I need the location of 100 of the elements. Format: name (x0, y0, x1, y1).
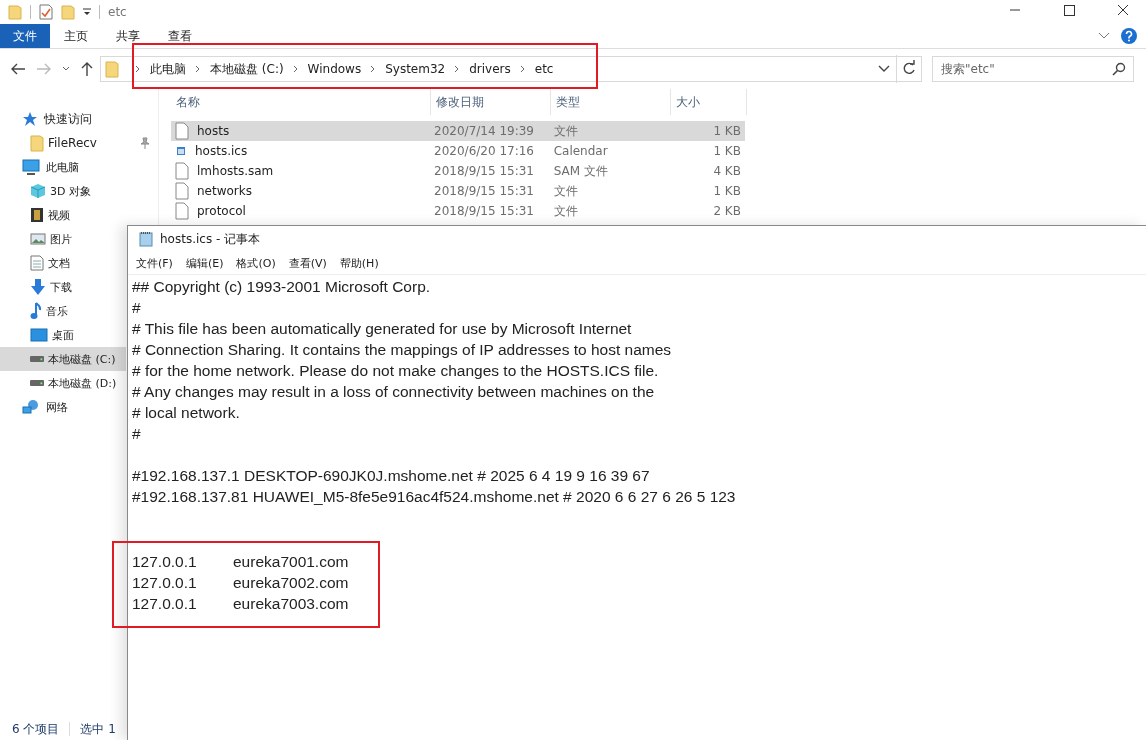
menu-item[interactable]: 查看(V) (288, 255, 327, 271)
ip-address: 127.0.0.1 (132, 573, 198, 593)
file-name: protocol (197, 204, 246, 218)
window-title: etc (108, 5, 127, 19)
back-arrow-icon[interactable] (10, 62, 26, 76)
text-line: # (132, 298, 142, 318)
sidebar-item[interactable]: 本地磁盘 (D:) (0, 371, 126, 395)
file-row[interactable]: protocol 2018/9/15 15:31 文件 2 KB (171, 201, 745, 221)
sidebar-item[interactable]: 快速访问 (0, 107, 158, 131)
status-text: 6 个项目 (12, 720, 60, 738)
breadcrumb[interactable]: etc (534, 62, 554, 76)
file-row[interactable]: lmhosts.sam 2018/9/15 15:31 SAM 文件 4 KB (171, 161, 745, 181)
breadcrumb[interactable]: 本地磁盘 (C:) (210, 60, 284, 78)
text-line: # Any changes may result in a loss of connectivity between machines on the (132, 382, 656, 402)
status-text: 选中 1 (80, 720, 116, 738)
sidebar-item[interactable]: 3D 对象 (0, 179, 126, 203)
file-icon (175, 162, 189, 180)
address-bar[interactable]: 此电脑 本地磁盘 (C:) Windows System32 drivers etc (100, 56, 922, 82)
table-cell-text: 文件 (552, 122, 579, 140)
text-line: # for the home network. Please do not make changes to the HOSTS.ICS file. (132, 361, 660, 381)
column-header[interactable]: 修改日期 (431, 89, 551, 115)
sidebar-item[interactable]: 视频 (0, 203, 126, 227)
desktop-icon (30, 328, 48, 342)
download-arrow-icon (30, 278, 46, 296)
table-cell-text: 1 KB (712, 124, 742, 138)
ip-address: 127.0.0.1 (132, 552, 198, 572)
table-cell-text: 2020/7/14 19:39 (433, 124, 535, 138)
table-cell-text: 2018/9/15 15:31 (433, 164, 535, 178)
image-icon (30, 232, 46, 246)
file-row[interactable]: hosts.ics 2020/6/20 17:16 Calendar 1 KB (171, 141, 745, 161)
chevron-icon (195, 65, 201, 73)
search-icon (1112, 62, 1126, 76)
sidebar-item[interactable]: 下载 (0, 275, 126, 299)
network-icon (22, 399, 40, 415)
file-icon (175, 122, 189, 140)
drive-icon (30, 380, 44, 386)
table-cell-text: 1 KB (712, 144, 742, 158)
chevron-icon (135, 65, 141, 73)
star-icon (22, 111, 38, 127)
folder-icon (105, 60, 119, 78)
window-title: hosts.ics - 记事本 (160, 230, 261, 248)
ip-address: 127.0.0.1 (132, 594, 198, 614)
sidebar-item[interactable]: 桌面 (0, 323, 126, 347)
table-cell-text: 4 KB (712, 164, 742, 178)
menu-item[interactable]: 格式(O) (236, 255, 276, 271)
up-arrow-icon[interactable] (80, 61, 94, 77)
search-field[interactable]: 搜索"etc" (932, 56, 1134, 82)
sidebar-item[interactable]: 网络 (0, 395, 126, 419)
chevron-icon (454, 65, 461, 73)
properties-icon[interactable] (39, 4, 53, 20)
sidebar-item[interactable]: 文档 (0, 251, 126, 275)
help-icon[interactable] (1120, 27, 1138, 45)
sidebar-item[interactable]: FileRecv (0, 131, 158, 155)
file-name: hosts (197, 124, 230, 138)
calendar-icon (175, 144, 187, 158)
breadcrumb[interactable]: Windows (307, 62, 362, 76)
table-cell-text: SAM 文件 (552, 162, 609, 180)
sidebar-item[interactable]: 图片 (0, 227, 126, 251)
file-row[interactable]: hosts 2020/7/14 19:39 文件 1 KB (171, 121, 745, 141)
chevron-icon[interactable] (1098, 32, 1110, 40)
menu-item[interactable]: 帮助(H) (339, 255, 379, 271)
table-cell-text: 文件 (552, 202, 579, 220)
file-name: hosts.ics (195, 144, 248, 158)
breadcrumb[interactable]: 此电脑 (150, 60, 186, 78)
pin-icon[interactable] (140, 137, 150, 149)
breadcrumb[interactable]: drivers (469, 62, 511, 76)
text-line: #192.168.137.1 DESKTOP-690JK0J.mshome.net # 2025 6 4 19 9 16 39 67 (132, 466, 651, 486)
document-icon (30, 255, 44, 271)
ribbon-tab[interactable]: 共享 (102, 24, 154, 48)
file-icon (175, 182, 189, 200)
ribbon-tab[interactable]: 查看 (154, 24, 206, 48)
file-name: networks (197, 184, 252, 198)
column-header[interactable]: 大小 (671, 89, 747, 115)
column-header[interactable]: 名称 (171, 89, 431, 115)
sidebar-item[interactable]: 此电脑 (0, 155, 126, 179)
table-cell-text: 1 KB (712, 184, 742, 198)
film-icon (30, 207, 44, 223)
host-name: eureka7003.com (233, 594, 349, 614)
menu-item[interactable]: 编辑(E) (185, 255, 224, 271)
ribbon-tab[interactable]: 文件 (0, 24, 50, 48)
drive-icon (30, 356, 44, 362)
breadcrumb[interactable]: System32 (385, 62, 446, 76)
table-cell-text: Calendar (552, 144, 609, 158)
file-icon (175, 202, 189, 220)
text-line: # (132, 424, 142, 444)
table-cell-text: 2 KB (712, 204, 742, 218)
sidebar-item[interactable]: 本地磁盘 (C:) (0, 347, 126, 371)
menu-item[interactable]: 文件(F) (136, 255, 173, 271)
table-cell-text: 2018/9/15 15:31 (433, 204, 535, 218)
cube-icon (30, 183, 46, 199)
dropdown-icon[interactable] (878, 65, 890, 73)
sidebar-item[interactable]: 音乐 (0, 299, 126, 323)
caret-icon[interactable] (62, 66, 70, 72)
dropdown-icon[interactable] (83, 7, 91, 17)
column-header[interactable]: 类型 (551, 89, 671, 115)
chevron-icon (370, 65, 377, 73)
table-cell-text: 2020/6/20 17:16 (433, 144, 535, 158)
folder-icon (30, 134, 44, 152)
file-row[interactable]: networks 2018/9/15 15:31 文件 1 KB (171, 181, 745, 201)
ribbon-tab[interactable]: 主页 (50, 24, 102, 48)
